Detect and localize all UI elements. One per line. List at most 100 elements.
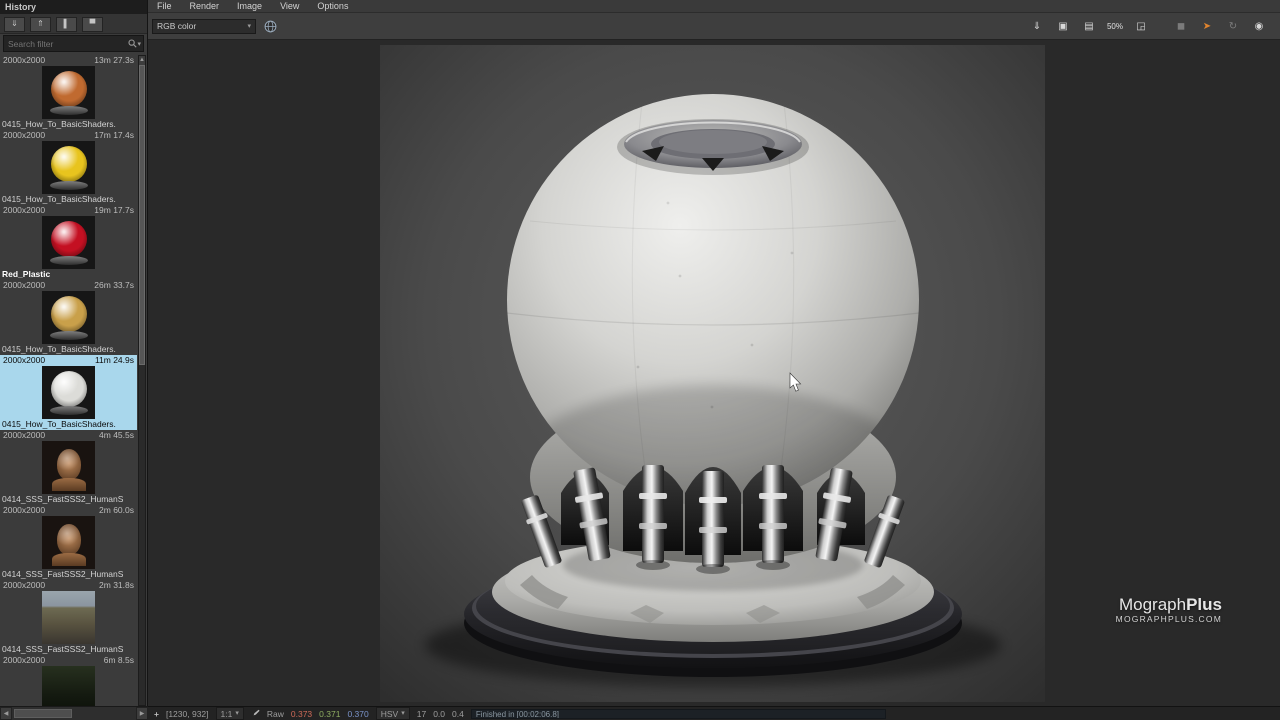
history-scrollbar-thumb[interactable] bbox=[139, 65, 145, 365]
history-item[interactable]: 2000x2000 19m 17.7s Red_Plastic bbox=[0, 205, 137, 280]
compare-ab-horizontal-icon[interactable]: ▌ bbox=[56, 17, 77, 32]
history-item-label: 0415_How_To_BasicShaders. bbox=[0, 119, 137, 130]
render-image[interactable] bbox=[380, 45, 1045, 702]
watermark: MographPlus MOGRAPHPLUS.COM bbox=[1116, 596, 1222, 624]
search-input[interactable] bbox=[6, 38, 126, 50]
history-item-thumb-row[interactable] bbox=[0, 216, 137, 269]
history-item[interactable]: 2000x2000 13m 27.3s 0415_How_To_BasicSha… bbox=[0, 55, 137, 130]
scroll-right-icon[interactable]: ▶ bbox=[136, 707, 148, 720]
history-item[interactable]: 2000x2000 17m 17.4s 0415_How_To_BasicSha… bbox=[0, 130, 137, 205]
history-item-thumbnail[interactable] bbox=[42, 141, 95, 194]
scroll-up-icon[interactable]: ▲ bbox=[139, 56, 145, 65]
history-item-thumbnail[interactable] bbox=[42, 591, 95, 644]
zoom-value: 1:1 bbox=[221, 709, 233, 719]
stop-render-button[interactable]: ◼ bbox=[1170, 18, 1192, 34]
history-item-resolution: 2000x2000 bbox=[3, 655, 45, 666]
follow-mouse-button[interactable]: ➤ bbox=[1196, 18, 1218, 34]
top-cap bbox=[617, 119, 809, 175]
history-item-thumbnail[interactable] bbox=[42, 666, 95, 706]
history-item-label: 0415_How_To_BasicShaders. bbox=[0, 344, 137, 355]
history-item-thumbnail[interactable] bbox=[42, 216, 95, 269]
history-item-thumbnail[interactable] bbox=[42, 66, 95, 119]
save-image-button[interactable]: ⇓ bbox=[1026, 18, 1048, 34]
history-item-label: 0415_How_To_BasicShaders. bbox=[0, 419, 137, 430]
duplicate-buffer-button[interactable]: ▤ bbox=[1078, 18, 1100, 34]
history-item-label: 0414_SSS_FastSSS2_HumanS bbox=[0, 494, 137, 505]
history-item-header: 2000x2000 26m 33.7s bbox=[0, 280, 137, 291]
history-item[interactable]: 2000x2000 11m 24.9s 0415_How_To_BasicSha… bbox=[0, 355, 137, 430]
history-h-scrollbar[interactable]: ◀ ▶ bbox=[0, 706, 148, 720]
history-item-thumbnail[interactable] bbox=[42, 366, 95, 419]
menu-view[interactable]: View bbox=[271, 0, 308, 13]
history-item-render-time: 26m 33.7s bbox=[94, 280, 134, 291]
region-render-button[interactable]: ◲ bbox=[1130, 18, 1152, 34]
channel-select[interactable]: RGB color ▾ bbox=[152, 19, 256, 34]
history-item-thumb-row[interactable] bbox=[0, 591, 137, 644]
history-item-render-time: 11m 24.9s bbox=[95, 355, 134, 366]
pixel-value-h: 17 bbox=[417, 709, 426, 719]
save-history-icon[interactable]: ⇓ bbox=[4, 17, 25, 32]
history-item-header: 2000x2000 6m 8.5s bbox=[0, 655, 137, 666]
history-item-render-time: 13m 27.3s bbox=[94, 55, 134, 66]
main-area: FileRenderImageViewOptions RGB color ▾ ⇓… bbox=[148, 0, 1280, 706]
clear-image-button[interactable]: ↻ bbox=[1222, 18, 1244, 34]
history-item-thumb-row[interactable] bbox=[0, 291, 137, 344]
history-item[interactable]: 2000x2000 4m 45.5s 0414_SSS_FastSSS2_Hum… bbox=[0, 430, 137, 505]
history-item-thumb-row[interactable] bbox=[0, 366, 137, 419]
status-bar: + [1230, 932] 1:1 ▾ Raw 0.373 0.371 0.37… bbox=[148, 706, 1280, 720]
history-item-thumb-row[interactable] bbox=[0, 441, 137, 494]
history-item[interactable]: 2000x2000 26m 33.7s 0415_How_To_BasicSha… bbox=[0, 280, 137, 355]
menu-render[interactable]: Render bbox=[181, 0, 229, 13]
menu-options[interactable]: Options bbox=[308, 0, 357, 13]
search-filter: ▾ bbox=[3, 35, 144, 52]
history-item-render-time: 4m 45.5s bbox=[99, 430, 134, 441]
history-item-thumb-row[interactable] bbox=[0, 141, 137, 194]
history-item-resolution: 2000x2000 bbox=[3, 430, 45, 441]
search-options-chevron-icon[interactable]: ▾ bbox=[137, 40, 141, 48]
history-item-thumbnail[interactable] bbox=[42, 516, 95, 569]
compare-ab-vertical-icon[interactable]: ▀ bbox=[82, 17, 103, 32]
history-item[interactable]: 2000x2000 2m 60.0s 0414_SSS_FastSSS2_Hum… bbox=[0, 505, 137, 580]
pixel-value-v: 0.4 bbox=[452, 709, 464, 719]
h-scroll-thumb[interactable] bbox=[14, 709, 72, 718]
history-item-thumb-row[interactable] bbox=[0, 66, 137, 119]
scroll-left-icon[interactable]: ◀ bbox=[0, 707, 12, 720]
history-item-resolution: 2000x2000 bbox=[3, 55, 45, 66]
history-toolbar: ⇓ ⇑ ▌ ▀ bbox=[0, 14, 147, 34]
history-item-header: 2000x2000 11m 24.9s bbox=[0, 355, 137, 366]
copy-image-button[interactable]: ▣ bbox=[1052, 18, 1074, 34]
history-scrollbar[interactable]: ▲ bbox=[138, 55, 146, 706]
pixel-value-r: 0.373 bbox=[291, 709, 312, 719]
history-item-render-time: 2m 31.8s bbox=[99, 580, 134, 591]
history-item-thumbnail[interactable] bbox=[42, 441, 95, 494]
chevron-down-icon: ▾ bbox=[247, 22, 251, 30]
history-item-render-time: 19m 17.7s bbox=[94, 205, 134, 216]
history-item-thumbnail[interactable] bbox=[42, 291, 95, 344]
load-history-icon[interactable]: ⇑ bbox=[30, 17, 51, 32]
menu-file[interactable]: File bbox=[148, 0, 181, 13]
history-item-header: 2000x2000 19m 17.7s bbox=[0, 205, 137, 216]
vfb-toolbar: ⇓▣▤50%◲ ◼➤↻◉ bbox=[1026, 18, 1276, 34]
history-panel-title: History bbox=[0, 0, 147, 14]
pixel-value-g: 0.371 bbox=[319, 709, 340, 719]
eyedropper-icon[interactable] bbox=[251, 709, 260, 719]
half-resolution-button[interactable]: 50% bbox=[1104, 18, 1126, 34]
render-viewport[interactable]: MographPlus MOGRAPHPLUS.COM bbox=[148, 40, 1280, 706]
search-icon[interactable] bbox=[128, 39, 137, 48]
history-item-thumb-row[interactable] bbox=[0, 666, 137, 706]
history-item[interactable]: 2000x2000 2m 31.8s 0414_SSS_FastSSS2_Hum… bbox=[0, 580, 137, 655]
render-last-button[interactable]: ◉ bbox=[1248, 18, 1270, 34]
history-item[interactable]: 2000x2000 6m 8.5s bbox=[0, 655, 137, 706]
raw-label[interactable]: Raw bbox=[267, 709, 284, 719]
h-scroll-track[interactable] bbox=[12, 707, 136, 720]
sphere-view-icon[interactable] bbox=[261, 18, 279, 34]
watermark-brand-regular: Mograph bbox=[1119, 595, 1186, 614]
watermark-site: MOGRAPHPLUS.COM bbox=[1116, 614, 1222, 624]
zoom-select[interactable]: 1:1 ▾ bbox=[216, 707, 244, 720]
watermark-brand-bold: Plus bbox=[1186, 595, 1222, 614]
menu-image[interactable]: Image bbox=[228, 0, 271, 13]
menu-bar: FileRenderImageViewOptions bbox=[148, 0, 1280, 13]
hsv-select[interactable]: HSV ▾ bbox=[376, 707, 410, 720]
channel-select-value: RGB color bbox=[157, 21, 196, 31]
history-item-thumb-row[interactable] bbox=[0, 516, 137, 569]
